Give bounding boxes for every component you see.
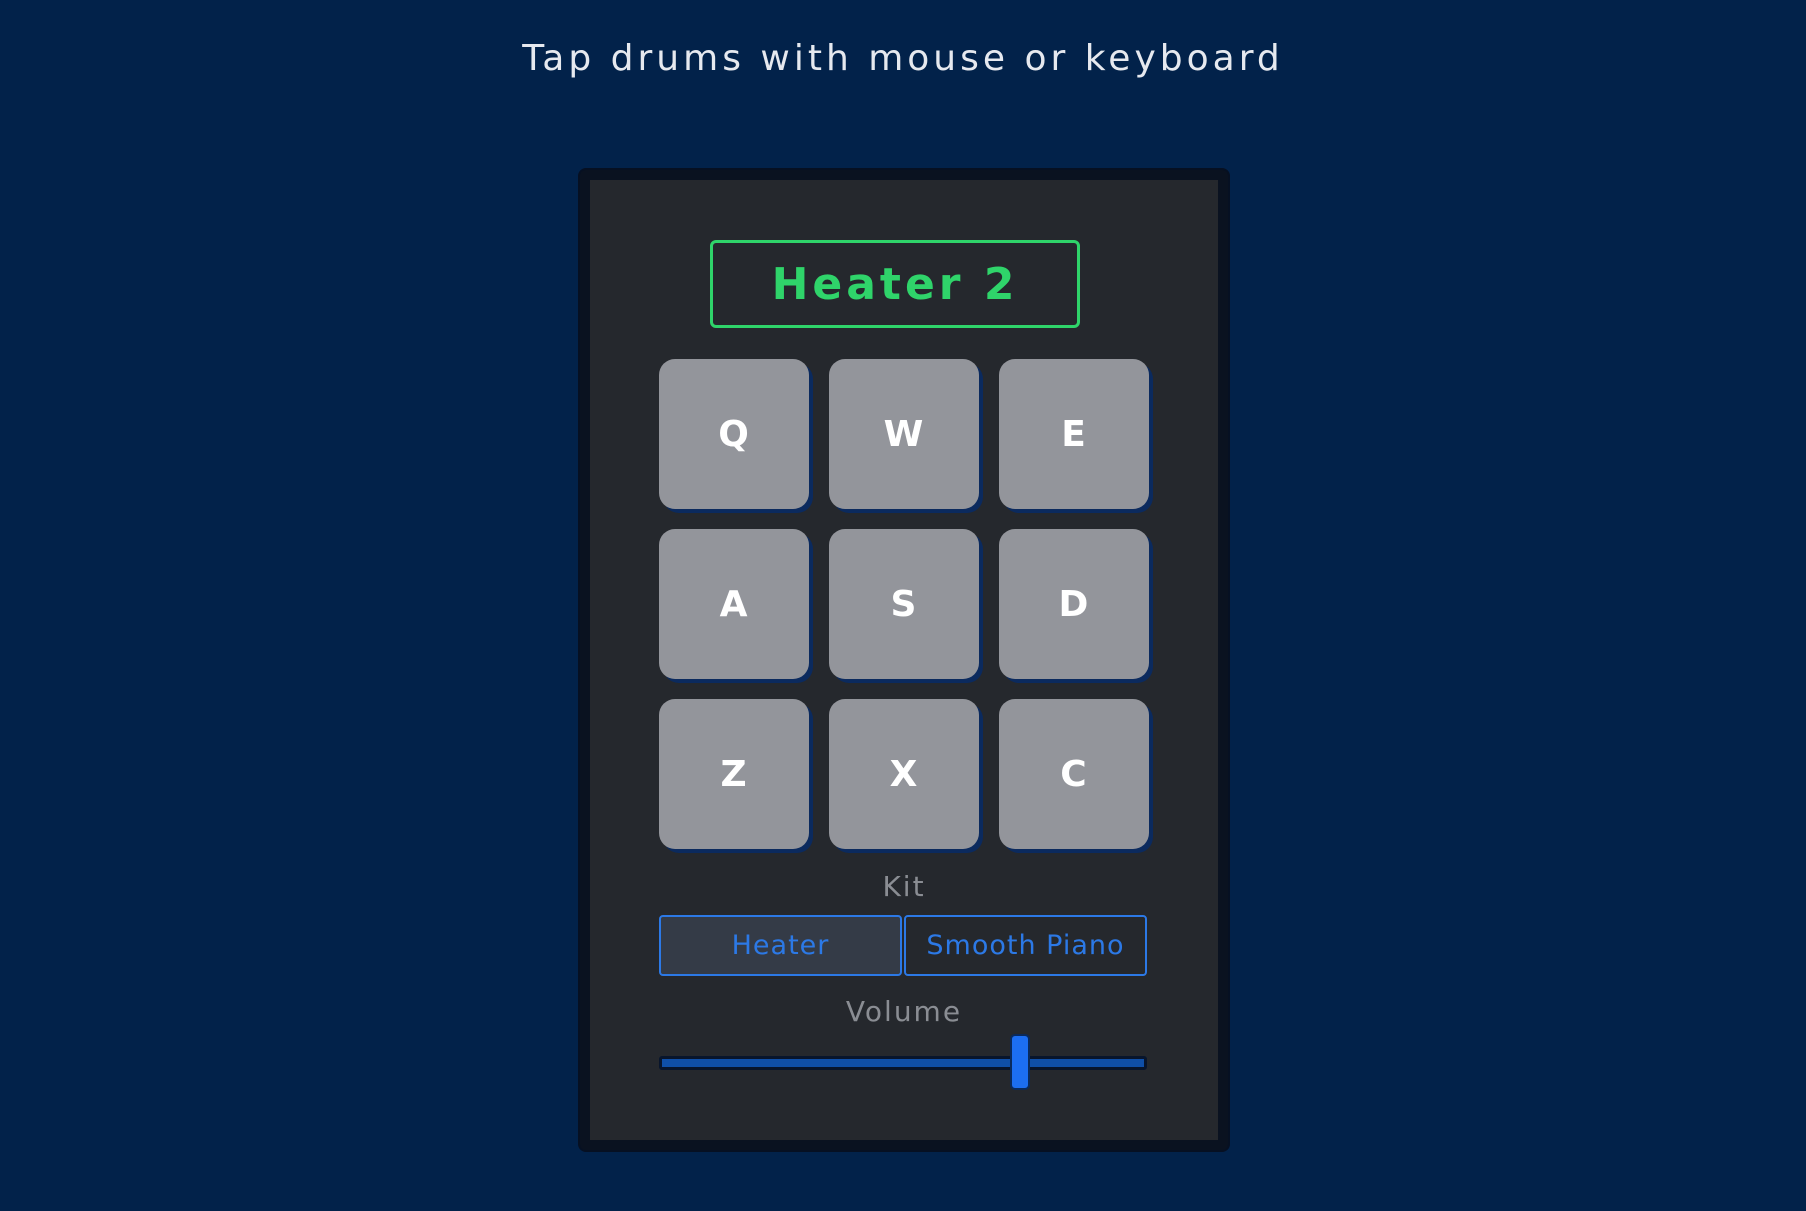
- drum-pad-q[interactable]: Q: [659, 359, 809, 509]
- kit-selector: Heater Smooth Piano: [659, 915, 1147, 976]
- kit-label: Kit: [882, 870, 926, 903]
- sound-display: Heater 2: [710, 240, 1080, 328]
- drum-pad-s[interactable]: S: [829, 529, 979, 679]
- volume-slider-track[interactable]: [659, 1056, 1147, 1070]
- kit-button-heater[interactable]: Heater: [659, 915, 902, 976]
- volume-label: Volume: [845, 995, 963, 1028]
- drum-pad-c[interactable]: C: [999, 699, 1149, 849]
- drum-pad-a[interactable]: A: [659, 529, 809, 679]
- drum-pad-w[interactable]: W: [829, 359, 979, 509]
- drum-pad-x[interactable]: X: [829, 699, 979, 849]
- kit-button-smooth-piano[interactable]: Smooth Piano: [904, 915, 1147, 976]
- drum-pad-d[interactable]: D: [999, 529, 1149, 679]
- drum-pad-grid: Q W E A S D Z X C: [659, 359, 1150, 849]
- drum-pad-e[interactable]: E: [999, 359, 1149, 509]
- instructions-text: Tap drums with mouse or keyboard: [522, 38, 1284, 79]
- volume-slider[interactable]: [659, 1034, 1147, 1090]
- volume-slider-thumb[interactable]: [1010, 1034, 1031, 1090]
- drum-pad-z[interactable]: Z: [659, 699, 809, 849]
